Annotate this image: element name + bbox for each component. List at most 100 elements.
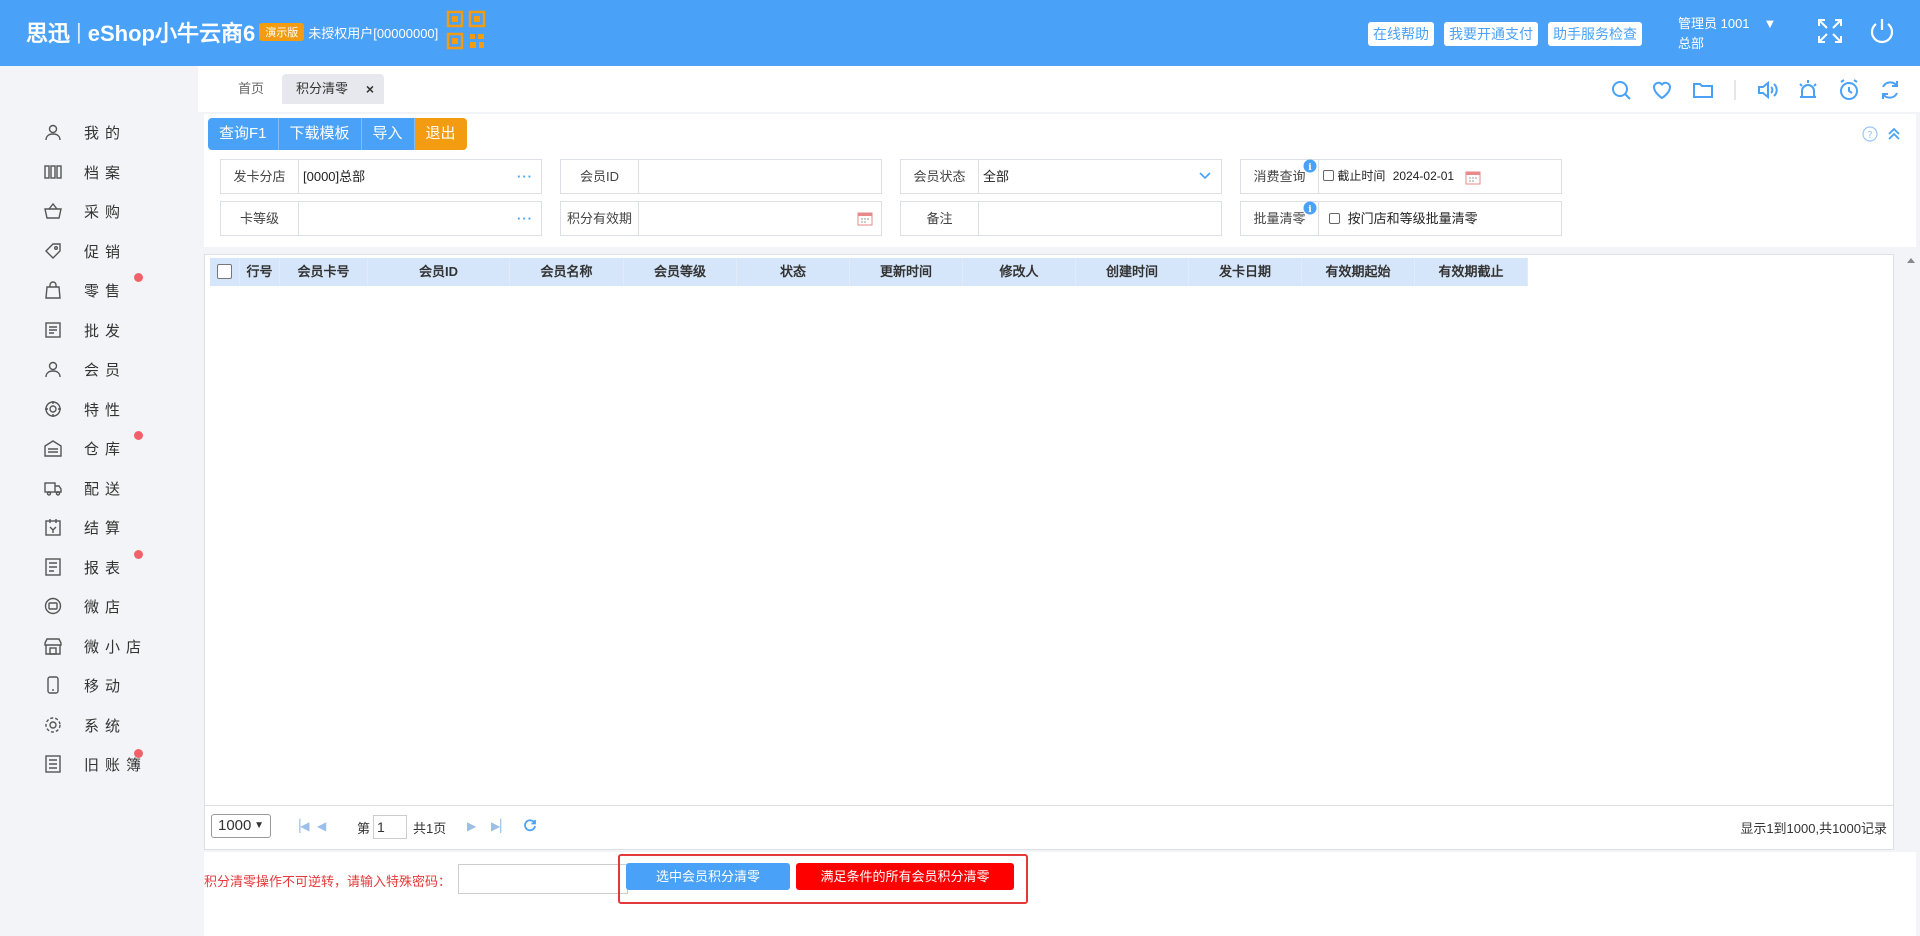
sidebar-item-warehouse[interactable]: 仓库 (44, 436, 126, 460)
import-button[interactable]: 导入 (361, 118, 415, 150)
batch-clear-checkbox[interactable] (1329, 213, 1340, 224)
sidebar-item-label: 仓库 (84, 440, 127, 458)
member-id-input[interactable] (639, 160, 881, 193)
member-status-select[interactable]: 全部 (979, 160, 1221, 193)
prev-page-icon[interactable]: ◀ (317, 819, 326, 833)
main-area: 首页 积分清零 × 查询F1 下载模板 导入 退出 ? 发卡分店 [0000]总… (198, 66, 1920, 936)
first-page-icon[interactable]: ▕◀ (291, 819, 309, 833)
close-icon[interactable]: × (366, 74, 374, 104)
sidebar-item-ledger[interactable]: 旧账簿 (44, 752, 147, 776)
deadline-checkbox[interactable] (1323, 170, 1334, 181)
column-header[interactable]: 行号 (240, 258, 280, 286)
calendar-icon[interactable] (857, 211, 873, 226)
exit-button[interactable]: 退出 (414, 118, 467, 150)
page-size-value: 1000 (218, 817, 252, 834)
tab-label: 积分清零 (296, 81, 349, 96)
qr-code-icon[interactable] (446, 10, 486, 50)
points-valid-field: 积分有效期 (560, 201, 882, 236)
column-header[interactable]: 有效期起始 (1302, 258, 1415, 286)
column-header[interactable]: 会员卡号 (280, 258, 368, 286)
next-page-icon[interactable]: ▶ (467, 819, 476, 833)
sidebar-item-archive[interactable]: 档案 (44, 160, 126, 184)
batch-clear-field: 批量清零 i 按门店和等级批量清零 (1240, 201, 1562, 236)
service-check-button[interactable]: 助手服务检查 (1548, 22, 1642, 46)
sidebar-item-settlement[interactable]: 结算 (44, 515, 126, 539)
sidebar-item-label: 采购 (84, 203, 127, 221)
column-header[interactable]: 会员名称 (510, 258, 624, 286)
sidebar-item-promotion[interactable]: 促销 (44, 239, 126, 263)
column-header[interactable]: 创建时间 (1076, 258, 1189, 286)
remark-input[interactable] (979, 202, 1221, 235)
page-number-input[interactable]: 1 (373, 815, 407, 839)
sidebar-item-wholesale[interactable]: 批发 (44, 318, 126, 342)
sidebar-item-delivery[interactable]: 配送 (44, 476, 126, 500)
online-help-button[interactable]: 在线帮助 (1368, 22, 1434, 46)
more-dots-icon[interactable]: ··· (517, 160, 533, 193)
sidebar-item-purchase[interactable]: 采购 (44, 199, 126, 223)
batch-clear-group: 按门店和等级批量清零 (1319, 202, 1561, 235)
open-payment-button[interactable]: 我要开通支付 (1444, 22, 1538, 46)
select-all-cell (210, 258, 240, 286)
sidebar-item-system[interactable]: 系统 (44, 713, 126, 737)
column-header[interactable]: 有效期截止 (1415, 258, 1528, 286)
fullscreen-icon[interactable] (1816, 17, 1844, 45)
last-page-icon[interactable]: ▶▏ (491, 819, 509, 833)
column-header[interactable]: 发卡日期 (1189, 258, 1302, 286)
admin-menu[interactable]: 管理员 1001 ▼ 总部 (1678, 14, 1776, 54)
deadline-label: 截止时间 (1337, 169, 1386, 183)
info-icon[interactable]: i (1303, 159, 1317, 173)
calendar-icon[interactable] (1465, 170, 1481, 185)
deadline-group: 截止时间 2024-02-01 (1319, 160, 1561, 193)
card-level-input[interactable]: ··· (299, 202, 541, 235)
page-size-select[interactable]: 1000 ▼ (211, 814, 271, 838)
sidebar-item-report[interactable]: 报表 (44, 555, 126, 579)
speaker-icon[interactable] (1755, 78, 1779, 102)
sidebar-item-retail[interactable]: 零售 (44, 278, 126, 302)
sidebar-item-store[interactable]: 微小店 (44, 634, 147, 658)
help-icon[interactable]: ? (1862, 126, 1878, 142)
divider-icon (1734, 80, 1736, 100)
sidebar-item-label: 微店 (84, 598, 127, 616)
power-icon[interactable] (1868, 17, 1896, 45)
column-header[interactable]: 会员等级 (624, 258, 737, 286)
sidebar-item-member[interactable]: 会员 (44, 357, 126, 381)
notification-dot (134, 431, 143, 440)
folder-icon[interactable] (1691, 78, 1715, 102)
sidebar-item-feature[interactable]: 特性 (44, 397, 126, 421)
column-header[interactable]: 更新时间 (850, 258, 963, 286)
tab-points-clear[interactable]: 积分清零 × (282, 74, 384, 104)
notification-dot (134, 273, 143, 282)
tab-home[interactable]: 首页 (224, 74, 278, 104)
brand-en: eShop小牛云商6 (87, 21, 256, 46)
sidebar-item-label: 报表 (84, 559, 127, 577)
brand-cn: 思迅 (26, 21, 71, 46)
refresh-icon[interactable] (1878, 78, 1902, 102)
download-template-button[interactable]: 下载模板 (278, 118, 362, 150)
query-button[interactable]: 查询F1 (208, 118, 279, 150)
search-icon[interactable] (1609, 78, 1633, 102)
deadline-date[interactable]: 2024-02-01 (1393, 169, 1454, 183)
special-password-input[interactable] (458, 864, 628, 894)
card-branch-input[interactable]: [0000]总部 ··· (299, 160, 541, 193)
sidebar-item-microshop[interactable]: 微店 (44, 594, 126, 618)
alarm-light-icon[interactable] (1796, 78, 1820, 102)
sidebar-item-mobile[interactable]: 移动 (44, 673, 126, 697)
column-header[interactable]: 会员ID (368, 258, 510, 286)
sidebar-item-mine[interactable]: 我的 (44, 120, 126, 144)
column-header[interactable]: 状态 (737, 258, 850, 286)
more-dots-icon[interactable]: ··· (517, 202, 533, 235)
admin-name: 管理员 1001 (1678, 16, 1750, 31)
vertical-scrollbar[interactable] (1902, 254, 1920, 850)
clock-icon[interactable] (1837, 78, 1861, 102)
scroll-up-icon[interactable] (1907, 258, 1915, 263)
clear-all-button[interactable]: 满足条件的所有会员积分清零 (796, 863, 1014, 890)
reload-icon[interactable] (523, 818, 537, 832)
clear-selected-button[interactable]: 选中会员积分清零 (626, 863, 790, 890)
collapse-up-icon[interactable] (1886, 126, 1902, 142)
select-all-checkbox[interactable] (217, 264, 232, 279)
points-valid-input[interactable] (639, 202, 881, 235)
column-header[interactable]: 修改人 (963, 258, 1076, 286)
store-icon (44, 638, 62, 655)
info-icon[interactable]: i (1303, 201, 1317, 215)
heart-icon[interactable] (1650, 78, 1674, 102)
